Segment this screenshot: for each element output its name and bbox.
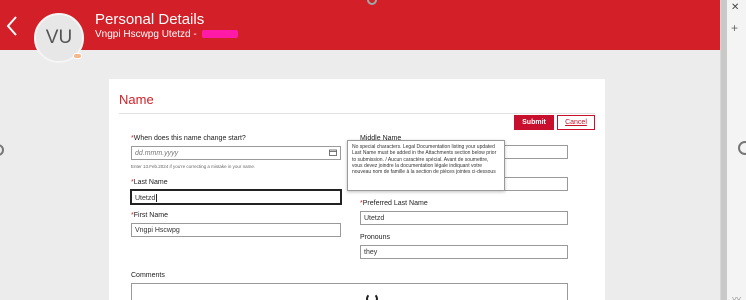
person-subtitle-text: Vngpi Hscwpg Utetzd - bbox=[95, 29, 197, 40]
page-header: Personal Details Vngpi Hscwpg Utetzd - bbox=[0, 0, 720, 50]
last-name-label-text: Last Name bbox=[133, 179, 168, 186]
last-name-value: Utetzd bbox=[135, 194, 156, 202]
scrollbar[interactable] bbox=[721, 0, 727, 300]
cancel-button[interactable]: Cancel bbox=[557, 115, 595, 130]
close-icon[interactable]: ✕ bbox=[731, 2, 739, 13]
preferred-last-name-input[interactable]: Utetzd bbox=[360, 211, 568, 225]
avatar-status-badge bbox=[73, 53, 82, 59]
pronouns-input[interactable]: they bbox=[360, 245, 568, 259]
person-name: Personal Details bbox=[95, 11, 205, 28]
change-start-date-input[interactable]: dd.mmm.yyyy bbox=[131, 146, 341, 160]
preferred-last-name-label-text: Preferred Last Name bbox=[362, 200, 428, 207]
first-name-input[interactable]: Vngpi Hscwpg bbox=[131, 223, 341, 237]
redacted-text bbox=[201, 30, 238, 39]
change-start-label: *When does this name change start? bbox=[131, 135, 246, 142]
person-subtitle: Vngpi Hscwpg Utetzd - bbox=[95, 29, 238, 40]
calendar-icon[interactable] bbox=[329, 149, 337, 156]
preferred-last-name-value: Utetzd bbox=[364, 215, 385, 222]
submit-button[interactable]: Submit bbox=[514, 115, 554, 130]
last-name-tooltip: No special characters. Legal Documentati… bbox=[347, 140, 505, 191]
first-name-label-text: First Name bbox=[133, 212, 168, 219]
pronouns-label: Pronouns bbox=[360, 234, 390, 241]
preferred-last-name-label: *Preferred Last Name bbox=[360, 200, 428, 207]
change-start-label-text: When does this name change start? bbox=[133, 135, 246, 142]
date-hint: Enter 13.Feb.2024 if you're correcting a… bbox=[131, 164, 256, 169]
plus-icon[interactable]: + bbox=[731, 21, 738, 35]
first-name-label: *First Name bbox=[131, 212, 168, 219]
first-name-value: Vngpi Hscwpg bbox=[135, 227, 180, 234]
date-placeholder: dd.mmm.yyyy bbox=[135, 150, 179, 157]
loading-spinner-icon bbox=[366, 293, 378, 300]
wave-icon: 〰 bbox=[732, 294, 742, 300]
comments-label: Comments bbox=[131, 272, 165, 279]
text-caret bbox=[156, 194, 158, 202]
comments-textarea[interactable] bbox=[131, 283, 568, 300]
last-name-input[interactable]: Utetzd bbox=[131, 190, 341, 204]
pronouns-value: they bbox=[364, 249, 378, 256]
section-title: Name bbox=[119, 92, 154, 107]
side-arc-icon bbox=[738, 141, 746, 155]
last-name-label: *Last Name bbox=[131, 179, 168, 186]
divider bbox=[119, 113, 595, 114]
left-arc-icon bbox=[0, 144, 4, 156]
avatar-initials: VU bbox=[45, 27, 73, 48]
back-chevron-icon[interactable] bbox=[6, 15, 18, 37]
